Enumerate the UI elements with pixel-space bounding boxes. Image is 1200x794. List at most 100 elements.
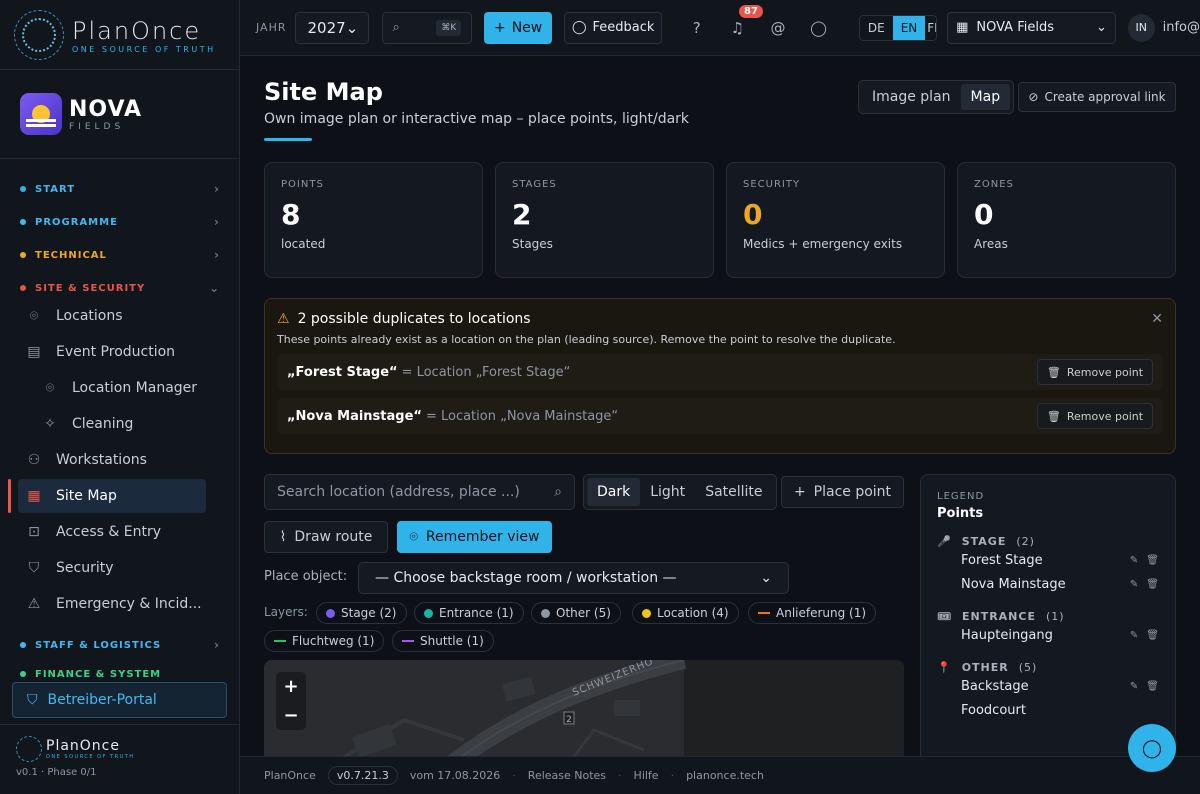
edit-icon[interactable]: ✎ — [1130, 630, 1138, 641]
sidebar-item-event-production[interactable]: ▤ Event Production — [18, 335, 206, 369]
edit-icon[interactable]: ✎ — [1130, 681, 1138, 692]
layer-chip-fluchtweg[interactable]: Fluchtweg (1) — [264, 630, 385, 652]
language-switch: DE EN FI — [858, 14, 938, 41]
close-icon[interactable]: ✕ — [1151, 311, 1163, 327]
theme-satellite[interactable]: Satellite — [695, 478, 772, 506]
mentions-button[interactable]: @ — [764, 13, 793, 43]
remember-view-button[interactable]: ⌾ Remember view — [397, 521, 552, 553]
sunset-icon — [20, 93, 62, 135]
layer-chip-stage[interactable]: Stage (2) — [316, 602, 407, 624]
year-select[interactable]: 2027 ⌄ — [294, 11, 369, 44]
layer-chip-entrance[interactable]: Entrance (1) — [414, 602, 524, 624]
legend-title: Points — [937, 506, 984, 521]
map-tiles: 2 SCHWEIZERHO — [264, 660, 904, 756]
sidebar-item-site-map[interactable]: ▦ Site Map — [8, 479, 206, 513]
avatar[interactable]: IN — [1127, 13, 1155, 42]
place-object-select[interactable]: — Choose backstage room / workstation — … — [358, 562, 789, 594]
map-zoom-controls: + − — [276, 672, 306, 730]
edit-icon[interactable]: ✎ — [1130, 555, 1138, 566]
nav-section-technical[interactable]: TECHNICAL › — [20, 248, 220, 262]
help-icon: ? — [692, 18, 701, 37]
search-icon: ⌕ — [554, 484, 562, 500]
footer-link-website[interactable]: planonce.tech — [686, 769, 764, 782]
duplicates-alert: ⚠ 2 possible duplicates to locations ✕ T… — [264, 298, 1176, 454]
chat-bubble-icon: ◯ — [1141, 737, 1163, 759]
remove-point-button[interactable]: 🗑 Remove point — [1037, 359, 1153, 385]
trash-icon[interactable]: 🗑 — [1146, 579, 1159, 590]
zoom-out-button[interactable]: − — [283, 705, 298, 726]
legend-item[interactable]: Backstage ✎ 🗑 — [937, 674, 1159, 698]
brand-logo[interactable]: PlanOnce ONE SOURCE OF TRUTH — [14, 10, 234, 60]
trash-icon[interactable]: 🗑 — [1146, 630, 1159, 641]
legend-item[interactable]: Forest Stage ✎ 🗑 — [937, 548, 1159, 572]
sidebar-item-access-entry[interactable]: ⊡ Access & Entry — [18, 515, 206, 549]
trash-icon[interactable]: 🗑 — [1146, 681, 1159, 692]
notification-count-badge: 87 — [739, 4, 763, 18]
layer-chip-anlieferung[interactable]: Anlieferung (1) — [748, 602, 877, 624]
location-search-input[interactable]: Search location (address, place ...) ⌕ — [264, 474, 575, 510]
layer-chip-other[interactable]: Other (5) — [531, 602, 621, 624]
legend-group-other: 📍 OTHER (5) — [937, 661, 1038, 674]
chat-bubble-icon: ◯ — [810, 18, 827, 37]
sidebar-item-emergency[interactable]: ⚠ Emergency & Incid... — [18, 587, 206, 621]
layer-chip-shuttle[interactable]: Shuttle (1) — [392, 630, 494, 652]
remove-point-button[interactable]: 🗑 Remove point — [1037, 403, 1153, 429]
messages-button[interactable]: ◯ — [804, 13, 833, 43]
operator-portal-button[interactable]: ⛉ Betreiber-Portal — [12, 682, 227, 718]
sidebar-item-locations[interactable]: ⌾ Locations — [18, 299, 206, 333]
legend-item[interactable]: Nova Mainstage ✎ 🗑 — [937, 572, 1159, 596]
notifications-button[interactable]: ♫ 87 — [723, 4, 763, 43]
zoom-in-button[interactable]: + — [283, 676, 298, 697]
chevron-down-icon: ⌄ — [208, 281, 220, 295]
nav-section-finance-system[interactable]: FINANCE & SYSTEM — [20, 670, 220, 678]
interactive-map[interactable]: 2 SCHWEIZERHO + − — [264, 660, 904, 756]
nav-section-site-security[interactable]: SITE & SECURITY ⌄ — [20, 281, 220, 295]
map-pin-icon: ⌾ — [29, 308, 39, 324]
nav-section-staff-logistics[interactable]: STAFF & LOGISTICS › — [20, 638, 220, 652]
feedback-button[interactable]: ◯ Feedback — [563, 11, 663, 44]
stat-card-zones: ZONES 0 Areas — [957, 162, 1176, 278]
user-email[interactable]: info@ — [1163, 20, 1200, 35]
plus-icon: + — [493, 19, 506, 36]
chat-launcher-button[interactable]: ◯ — [1128, 724, 1176, 772]
layer-dot-icon — [642, 608, 651, 618]
footer-link-help[interactable]: Hilfe — [634, 769, 659, 782]
brand-tagline: ONE SOURCE OF TRUTH — [72, 44, 216, 54]
sidebar-item-location-manager[interactable]: ⌾ Location Manager — [34, 371, 222, 405]
project-select[interactable]: ▦ NOVA Fields ⌄ — [947, 11, 1116, 44]
legend-item[interactable]: Foodcourt — [937, 698, 1159, 722]
view-image-plan[interactable]: Image plan — [862, 84, 961, 110]
brand-name: PlanOnce — [72, 16, 202, 45]
edit-icon[interactable]: ✎ — [1130, 579, 1138, 590]
legend-group-stage: 🎤 STAGE (2) — [937, 535, 1035, 548]
nav-section-programme[interactable]: PROGRAMME › — [20, 215, 220, 229]
new-button[interactable]: + New — [484, 11, 552, 44]
nav-section-start[interactable]: START › — [20, 182, 220, 196]
lang-fi[interactable]: FI — [925, 16, 936, 40]
help-button[interactable]: ? — [682, 13, 711, 43]
footer-link-release-notes[interactable]: Release Notes — [528, 769, 606, 782]
layer-line-icon — [402, 640, 414, 642]
app-root: PlanOnce ONE SOURCE OF TRUTH NOVA FIELDS… — [0, 0, 1200, 794]
sidebar-item-security[interactable]: ⛉ Security — [18, 551, 206, 585]
duplicate-row: „Forest Stage“ = Location „Forest Stage“… — [277, 354, 1163, 390]
lang-en[interactable]: EN — [892, 15, 926, 40]
trash-icon[interactable]: 🗑 — [1146, 555, 1159, 566]
create-approval-link-button[interactable]: ⊘ Create approval link — [1018, 82, 1176, 112]
theme-dark[interactable]: Dark — [587, 478, 641, 506]
theme-light[interactable]: Light — [640, 478, 695, 506]
title-accent — [264, 138, 312, 141]
chevron-right-icon: › — [214, 182, 220, 196]
sidebar-item-cleaning[interactable]: ✧ Cleaning — [34, 407, 222, 441]
map-marker-label: 2 — [566, 715, 572, 725]
command-search-button[interactable]: ⌕ ⌘K — [381, 11, 473, 44]
draw-route-button[interactable]: ⌇ Draw route — [264, 521, 388, 553]
view-map[interactable]: Map — [960, 84, 1011, 110]
topbar: JAHR 2027 ⌄ ⌕ ⌘K + New ◯ Feedback ? ♫ 87… — [240, 0, 1200, 56]
legend-item[interactable]: Haupteingang ✎ 🗑 — [937, 623, 1159, 647]
place-point-button[interactable]: + Place point — [781, 476, 904, 508]
sidebar-item-workstations[interactable]: ⚇ Workstations — [18, 443, 206, 477]
map-theme-toggle: Dark Light Satellite — [583, 474, 777, 510]
layer-chip-location[interactable]: Location (4) — [632, 602, 739, 624]
lang-de[interactable]: DE — [860, 16, 893, 40]
